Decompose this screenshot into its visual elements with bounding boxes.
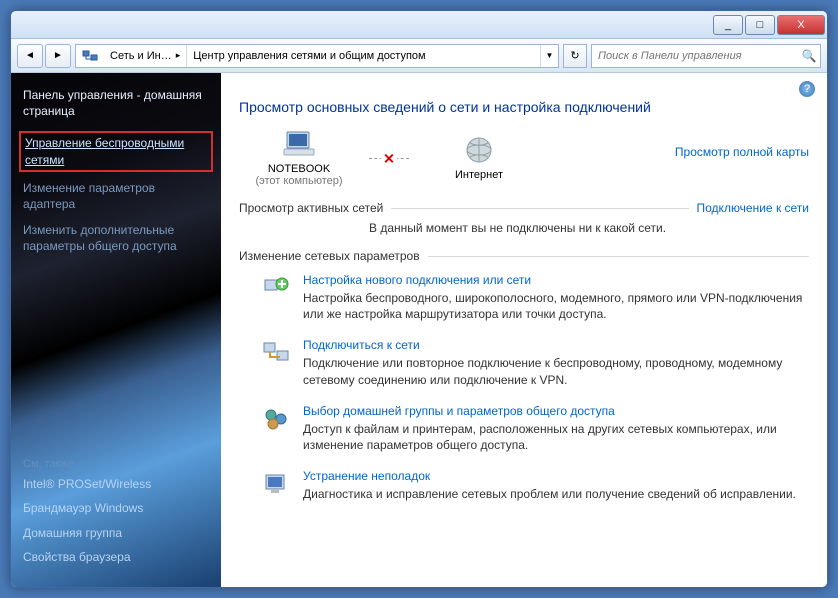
computer-icon (281, 129, 317, 159)
nav-buttons: ◄ ► (17, 44, 71, 68)
main-pane: ? Просмотр основных сведений о сети и на… (221, 73, 827, 587)
sidebar-home-link[interactable]: Панель управления - домашняя страница (23, 87, 209, 119)
maximize-icon: □ (757, 19, 764, 31)
new-connection-link[interactable]: Настройка нового подключения или сети (303, 273, 809, 287)
refresh-icon: ↻ (570, 49, 579, 62)
network-icon (80, 46, 100, 66)
view-full-map-link[interactable]: Просмотр полной карты (675, 145, 809, 159)
diagram-internet: Интернет (419, 135, 539, 181)
pc-sub: (этот компьютер) (239, 175, 359, 187)
troubleshoot-icon (261, 469, 291, 499)
forward-button[interactable]: ► (45, 44, 71, 68)
change-settings-label: Изменение сетевых параметров (239, 249, 420, 263)
search-box[interactable]: 🔍 (591, 44, 821, 68)
forward-icon: ► (53, 50, 63, 61)
content-body: Панель управления - домашняя страница Уп… (11, 73, 827, 587)
connect-icon (261, 338, 291, 368)
address-dropdown[interactable]: ▼ (540, 45, 558, 67)
address-bar[interactable]: Сеть и Ин…▸ Центр управления сетями и об… (75, 44, 559, 68)
close-button[interactable]: X (777, 15, 825, 35)
sidebar-manage-wireless[interactable]: Управление беспроводными сетями (25, 135, 207, 167)
search-input[interactable] (592, 50, 798, 62)
sidebar: Панель управления - домашняя страница Уп… (11, 73, 221, 587)
sidebar-also-browser[interactable]: Свойства браузера (23, 549, 209, 565)
diagram-pc: NOTEBOOK (этот компьютер) (239, 129, 359, 187)
connect-desc: Подключение или повторное подключение к … (303, 355, 809, 387)
disconnect-icon: ✕ (381, 150, 397, 167)
back-icon: ◄ (25, 50, 35, 61)
search-icon: 🔍 (798, 49, 820, 63)
chevron-down-icon: ▼ (546, 51, 554, 60)
setting-homegroup: Выбор домашней группы и параметров общег… (239, 404, 809, 453)
new-connection-icon (261, 273, 291, 303)
help-button[interactable]: ? (799, 81, 815, 97)
breadcrumb-nscenter[interactable]: Центр управления сетями и общим доступом (187, 45, 540, 67)
sidebar-advanced-sharing[interactable]: Изменить дополнительные параметры общего… (23, 222, 209, 254)
pc-name: NOTEBOOK (239, 163, 359, 175)
see-also-label: См. также (23, 458, 209, 470)
setting-troubleshoot: Устранение неполадок Диагностика и исправ… (239, 469, 809, 502)
minimize-button[interactable]: _ (713, 15, 743, 35)
sidebar-also-firewall[interactable]: Брандмауэр Windows (23, 500, 209, 516)
new-connection-desc: Настройка беспроводного, широкополосного… (303, 290, 809, 322)
minimize-icon: _ (725, 19, 731, 31)
sidebar-also-intel[interactable]: Intel® PROSet/Wireless (23, 476, 209, 492)
globe-icon (461, 135, 497, 165)
active-networks-msg: В данный момент вы не подключены ни к ка… (239, 215, 809, 235)
breadcrumb-network[interactable]: Сеть и Ин…▸ (104, 45, 187, 67)
connect-to-network-link[interactable]: Подключение к сети (697, 201, 809, 215)
setting-connect: Подключиться к сети Подключение или повто… (239, 338, 809, 387)
change-settings-section: Изменение сетевых параметров Настройка н… (239, 249, 809, 502)
troubleshoot-desc: Диагностика и исправление сетевых пробле… (303, 486, 796, 502)
toolbar: ◄ ► Сеть и Ин…▸ Центр управления сетями … (11, 39, 827, 73)
internet-label: Интернет (419, 169, 539, 181)
close-icon: X (797, 19, 804, 31)
see-also-list: Intel® PROSet/Wireless Брандмауэр Window… (23, 476, 209, 573)
setting-new-connection: Настройка нового подключения или сети Нас… (239, 273, 809, 322)
troubleshoot-link[interactable]: Устранение неполадок (303, 469, 796, 483)
active-networks-label: Просмотр активных сетей (239, 201, 383, 215)
homegroup-link[interactable]: Выбор домашней группы и параметров общег… (303, 404, 809, 418)
connect-link[interactable]: Подключиться к сети (303, 338, 809, 352)
connection-line: ✕ (369, 158, 409, 159)
back-button[interactable]: ◄ (17, 44, 43, 68)
maximize-button[interactable]: □ (745, 15, 775, 35)
settings-list: Настройка нового подключения или сети Нас… (239, 273, 809, 502)
homegroup-icon (261, 404, 291, 434)
sidebar-also-homegroup[interactable]: Домашняя группа (23, 525, 209, 541)
titlebar: _ □ X (11, 11, 827, 39)
highlight-box: Управление беспроводными сетями (19, 131, 213, 171)
active-networks-section: Просмотр активных сетей Подключение к се… (239, 201, 809, 235)
sidebar-adapter-settings[interactable]: Изменение параметров адаптера (23, 180, 209, 212)
homegroup-desc: Доступ к файлам и принтерам, расположенн… (303, 421, 809, 453)
control-panel-window: _ □ X ◄ ► Сеть и Ин…▸ Центр управления с… (10, 10, 828, 588)
refresh-button[interactable]: ↻ (563, 44, 587, 68)
page-title: Просмотр основных сведений о сети и наст… (239, 99, 809, 115)
